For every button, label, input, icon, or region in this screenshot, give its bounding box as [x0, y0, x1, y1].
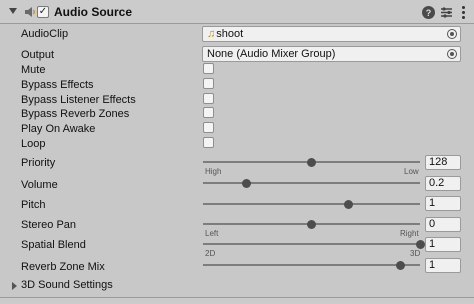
output-field[interactable]: None (Audio Mixer Group) [202, 46, 461, 62]
stereo-pan-slider-thumb[interactable] [307, 219, 316, 229]
output-value: None (Audio Mixer Group) [207, 48, 336, 60]
audioclip-value: shoot [216, 28, 244, 40]
stereo-pan-value-field[interactable]: 0 [425, 217, 461, 232]
checkmark-icon: ✓ [38, 6, 48, 17]
stereo-pan-max-label: Right [400, 229, 419, 238]
audioclip-field[interactable]: ♫shoot [202, 26, 461, 42]
play-on-awake-label: Play On Awake [21, 123, 96, 135]
spatial-blend-label: Spatial Blend [21, 239, 86, 251]
pitch-value-field[interactable]: 1 [425, 196, 461, 211]
mute-checkbox[interactable] [203, 63, 214, 74]
help-icon[interactable]: ? [422, 6, 435, 19]
spatial-blend-slider-track[interactable] [203, 243, 420, 245]
bypass-listener-effects-label: Bypass Listener Effects [21, 94, 136, 106]
foldout-right-arrow-icon [12, 282, 17, 290]
audio-clip-icon: ♫ [207, 28, 216, 40]
pitch-slider-track[interactable] [203, 203, 420, 205]
audio-speaker-icon [24, 6, 36, 18]
priority-label: Priority [21, 157, 56, 169]
volume-value-field[interactable]: 0.2 [425, 176, 461, 191]
presets-icon[interactable] [440, 6, 453, 19]
priority-max-label: Low [404, 167, 419, 176]
play-on-awake-checkbox[interactable] [203, 122, 214, 133]
output-label: Output [21, 49, 55, 61]
priority-slider-thumb[interactable] [307, 157, 316, 167]
object-picker-icon[interactable] [447, 49, 457, 59]
component-header[interactable]: ✓ Audio Source ? [0, 0, 474, 24]
volume-slider-thumb[interactable] [241, 178, 251, 188]
component-title: Audio Source [54, 5, 133, 19]
spatial-blend-slider-thumb[interactable] [415, 239, 425, 249]
reverb-zone-mix-label: Reverb Zone Mix [21, 261, 105, 273]
reverb-zone-mix-slider-thumb[interactable] [395, 260, 405, 270]
reverb-zone-mix-value-field[interactable]: 1 [425, 258, 461, 273]
component-enabled-checkbox[interactable]: ✓ [37, 6, 49, 18]
bypass-listener-effects-checkbox[interactable] [203, 93, 214, 104]
spatial-blend-max-label: 3D [410, 249, 421, 258]
bypass-effects-label: Bypass Effects [21, 79, 94, 91]
loop-label: Loop [21, 138, 46, 150]
pitch-label: Pitch [21, 199, 46, 211]
3d-sound-settings-foldout[interactable]: 3D Sound Settings [0, 279, 474, 293]
bypass-effects-checkbox[interactable] [203, 78, 214, 89]
bypass-reverb-zones-checkbox[interactable] [203, 107, 214, 118]
next-component-header[interactable] [0, 297, 474, 304]
context-menu-icon[interactable] [459, 6, 467, 19]
stereo-pan-min-label: Left [205, 229, 219, 238]
spatial-blend-min-label: 2D [205, 249, 216, 258]
volume-slider-track[interactable] [203, 182, 420, 184]
stereo-pan-label: Stereo Pan [21, 219, 77, 231]
3d-sound-settings-label: 3D Sound Settings [21, 279, 113, 291]
spatial-blend-value-field[interactable]: 1 [425, 237, 461, 252]
pitch-slider-thumb[interactable] [343, 199, 353, 209]
loop-checkbox[interactable] [203, 137, 214, 148]
reverb-zone-mix-slider-track[interactable] [203, 264, 420, 266]
mute-label: Mute [21, 64, 46, 76]
priority-value-field[interactable]: 128 [425, 155, 461, 170]
volume-label: Volume [21, 179, 58, 191]
object-picker-icon[interactable] [447, 29, 457, 39]
audioclip-label: AudioClip [21, 28, 69, 40]
foldout-arrow-icon[interactable] [9, 8, 17, 14]
priority-min-label: High [205, 167, 222, 176]
bypass-reverb-zones-label: Bypass Reverb Zones [21, 108, 130, 120]
